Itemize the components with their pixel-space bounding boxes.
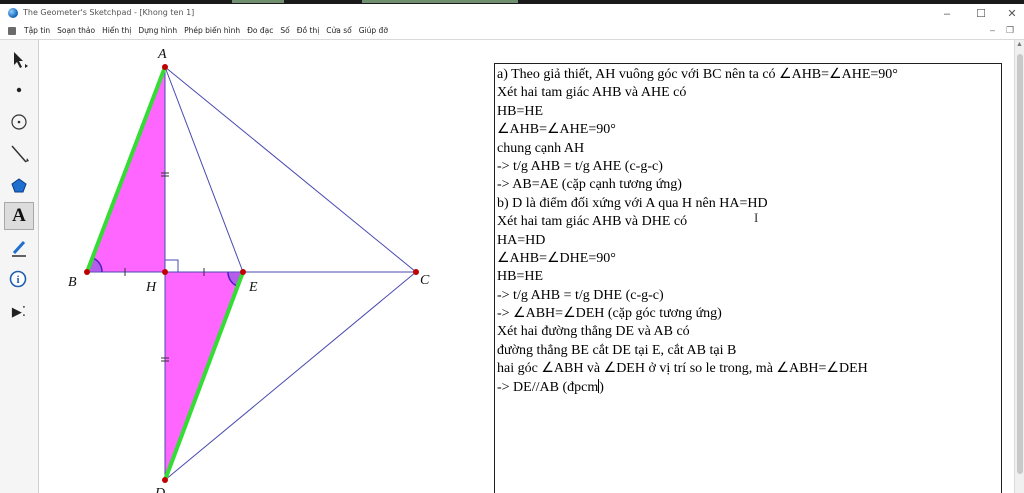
compass-icon — [11, 114, 27, 130]
point-d[interactable] — [162, 477, 168, 483]
custom-tool-icon: ▶⁚ — [11, 304, 27, 320]
polygon-icon — [11, 178, 27, 193]
text-line-last: -> DE//AB (đpcm) — [497, 378, 1001, 397]
ibeam-cursor-icon: I — [754, 210, 759, 225]
text-line: a) Theo giả thiết, AH vuông góc với BC n… — [497, 67, 898, 82]
taskbar-highlight — [362, 0, 518, 3]
text-line: HB=HE — [497, 269, 544, 285]
text-line: Xét hai tam giác AHB và DHE có — [497, 214, 688, 230]
maximize-button[interactable]: ☐ — [970, 7, 992, 21]
svg-text:i: i — [16, 274, 19, 286]
arrow-select-icon — [14, 52, 28, 68]
point-tool[interactable] — [4, 76, 34, 104]
toolbox: A i ▶⁚ — [0, 40, 39, 493]
text-line: HB=HE — [497, 103, 544, 119]
menu-graph[interactable]: Đồ thị — [297, 26, 320, 36]
arrow-select-tool[interactable] — [4, 46, 34, 74]
text-tool[interactable]: A — [4, 202, 34, 230]
marker-icon — [12, 240, 26, 257]
document-restore-button[interactable]: ❐ — [1006, 25, 1014, 36]
text-line: đường thẳng BE cắt DE tại E, cắt AB tại … — [497, 342, 737, 358]
straightedge-icon — [11, 145, 29, 163]
text-line: -> AB=AE (cặp cạnh tương ứng) — [497, 177, 682, 193]
window-title: The Geometer's Sketchpad - [Khong ten 1] — [23, 8, 195, 17]
text-line: ∠AHB=∠DHE=90° — [497, 250, 616, 266]
text-line: ∠AHB=∠AHE=90° — [497, 122, 616, 138]
menu-edit[interactable]: Soạn thảo — [57, 26, 95, 36]
information-tool[interactable]: i — [4, 265, 34, 293]
point-e[interactable] — [240, 269, 246, 275]
menu-help[interactable]: Giúp đỡ — [359, 26, 388, 36]
text-line: chung cạnh AH — [497, 140, 585, 156]
marker-tool[interactable] — [4, 234, 34, 262]
information-icon: i — [9, 270, 27, 288]
straightedge-tool[interactable] — [4, 140, 34, 168]
vertical-scrollbar[interactable]: ▲ — [1014, 40, 1024, 493]
point-b[interactable] — [84, 269, 90, 275]
text-line: Xét hai đường thẳng DE và AB có — [497, 324, 690, 340]
point-icon — [16, 87, 22, 93]
document-menu-icon[interactable] — [8, 27, 16, 35]
menu-display[interactable]: Hiển thị — [102, 26, 131, 36]
text-line-last-tail: ) — [599, 379, 604, 395]
text-line: -> t/g AHB = t/g AHE (c-g-c) — [497, 158, 663, 174]
menu-items: Tập tin Soạn thảo Hiển thị Dựng hình Phé… — [24, 26, 388, 36]
scroll-up-icon[interactable]: ▲ — [1016, 41, 1023, 48]
menu-window[interactable]: Cửa sổ — [326, 26, 351, 36]
text-icon: A — [12, 205, 26, 226]
compass-tool[interactable] — [4, 108, 34, 136]
polygon-tool[interactable] — [4, 172, 34, 200]
scroll-thumb[interactable] — [1017, 54, 1023, 474]
point-h[interactable] — [162, 269, 168, 275]
point-c[interactable] — [413, 269, 419, 275]
menu-construct[interactable]: Dựng hình — [138, 26, 177, 36]
minimize-button[interactable]: – — [936, 7, 958, 21]
label-a[interactable]: A — [157, 47, 167, 62]
label-c[interactable]: C — [420, 273, 430, 288]
text-line: HA=HD — [497, 232, 546, 248]
point-a[interactable] — [162, 64, 168, 70]
proof-text-box[interactable]: a) Theo giả thiết, AH vuông góc với BC n… — [494, 63, 1002, 493]
title-bar: The Geometer's Sketchpad - [Khong ten 1]… — [0, 4, 1024, 25]
label-h[interactable]: H — [145, 280, 157, 295]
text-line: -> t/g AHB = t/g DHE (c-g-c) — [497, 287, 664, 303]
document-minimize-button[interactable]: – — [990, 25, 995, 35]
text-line: Xét hai tam giác AHB và AHE có — [497, 85, 687, 101]
segment-ae[interactable] — [164, 66, 244, 273]
segment-ac[interactable] — [164, 66, 417, 273]
menu-file[interactable]: Tập tin — [24, 26, 50, 36]
taskbar-highlight — [232, 0, 284, 3]
sketchpad-app-icon — [8, 8, 18, 18]
menu-bar: Tập tin Soạn thảo Hiển thị Dựng hình Phé… — [0, 24, 1024, 40]
label-b[interactable]: B — [68, 275, 77, 290]
text-line: b) D là điểm đối xứng với A qua H nên HA… — [497, 195, 768, 211]
label-d[interactable]: D — [154, 486, 165, 493]
close-button[interactable]: ✕ — [1001, 7, 1023, 21]
text-line-last-content: -> DE//AB (đpcm — [497, 379, 599, 395]
custom-tool[interactable]: ▶⁚ — [4, 298, 34, 326]
menu-number[interactable]: Số — [280, 26, 289, 36]
menu-transform[interactable]: Phép biến hình — [184, 26, 240, 36]
text-line: -> ∠ABH=∠DEH (cặp góc tương ứng) — [497, 306, 722, 322]
text-line: hai góc ∠ABH và ∠DEH ở vị trí so le tron… — [497, 361, 868, 377]
label-e[interactable]: E — [248, 280, 258, 295]
menu-measure[interactable]: Đo đạc — [247, 26, 273, 36]
